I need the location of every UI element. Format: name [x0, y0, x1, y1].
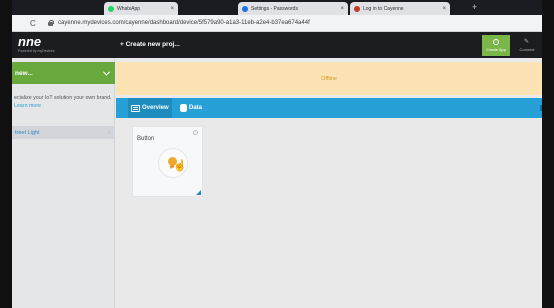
chevron-down-icon — [102, 68, 111, 76]
browser-tab-settings[interactable]: Settings - Passwords × — [238, 2, 348, 15]
browser-tab-strip: WhatsApp × Settings - Passwords × Log in… — [12, 0, 542, 15]
overview-icon — [131, 104, 140, 112]
widget-settings-icon[interactable] — [193, 130, 198, 135]
cayenne-icon — [354, 5, 360, 12]
close-icon[interactable]: × — [442, 6, 446, 12]
create-app-button[interactable]: Create App — [482, 35, 510, 56]
resize-handle-icon[interactable] — [196, 190, 201, 195]
new-tab-button[interactable]: + — [472, 2, 477, 13]
app-header: nne Powered by myDevices + Create new pr… — [12, 32, 542, 58]
browser-tab-whatsapp[interactable]: WhatsApp × — [104, 2, 178, 15]
device-label: treet Light — [15, 129, 40, 136]
settings-icon — [242, 5, 248, 12]
sidebar-item-street-light[interactable]: treet Light › — [12, 126, 115, 139]
close-icon[interactable]: × — [170, 6, 174, 12]
connect-label: Connect — [519, 47, 535, 52]
tab-label: Settings - Passwords — [251, 5, 298, 12]
tab-data[interactable]: Data — [180, 98, 202, 118]
create-app-label: Create App — [485, 47, 506, 52]
reload-icon[interactable]: C — [30, 19, 42, 28]
widget-title: Button — [137, 136, 155, 142]
pencil-icon: ✎ — [524, 39, 530, 45]
hand-cursor-icon: ☝ — [173, 160, 187, 172]
add-new-button[interactable]: new... — [12, 62, 115, 84]
tab-overview[interactable]: Overview — [128, 98, 172, 118]
lock-icon — [48, 20, 54, 26]
promo-body: ecialize your IoT solution your own bran… — [14, 95, 112, 101]
address-bar[interactable]: C cayenne.mydevices.com/cayenne/dashboar… — [12, 15, 542, 32]
tab-overview-label: Overview — [142, 105, 169, 111]
promo-text: ecialize your IoT solution your own bran… — [14, 95, 114, 110]
logo-subtitle: Powered by myDevices — [18, 49, 55, 53]
whatsapp-icon — [108, 5, 114, 12]
view-tabs: Overview Data — [116, 98, 542, 118]
button-widget[interactable]: Button ☝ — [132, 126, 203, 197]
browser-window: WhatsApp × Settings - Passwords × Log in… — [12, 0, 542, 308]
url-text[interactable]: cayenne.mydevices.com/cayenne/dashboard/… — [58, 20, 310, 26]
add-circle-icon — [493, 39, 499, 45]
chevron-right-icon: › — [108, 129, 110, 136]
cayenne-logo[interactable]: nne — [18, 35, 41, 48]
status-text: Offline — [321, 75, 337, 82]
browser-tab-cayenne[interactable]: Log in to Cayenne × — [350, 2, 450, 15]
tab-label: WhatsApp — [117, 5, 141, 12]
close-icon[interactable]: × — [340, 6, 344, 12]
tab-label: Log in to Cayenne — [363, 5, 404, 12]
video-frame: WhatsApp × Settings - Passwords × Log in… — [0, 0, 554, 308]
add-new-label: new... — [15, 69, 33, 77]
tab-data-label: Data — [189, 105, 203, 111]
sidebar: new... ecialize your IoT solution your o… — [12, 58, 115, 308]
database-icon — [180, 104, 187, 112]
connect-button[interactable]: ✎ Connect — [512, 35, 542, 56]
create-project-button[interactable]: + Create new proj... — [120, 41, 180, 48]
tabs-edge-marker — [540, 105, 542, 111]
device-status-banner: Offline — [116, 62, 542, 95]
learn-more-link[interactable]: Learn more — [14, 103, 41, 109]
